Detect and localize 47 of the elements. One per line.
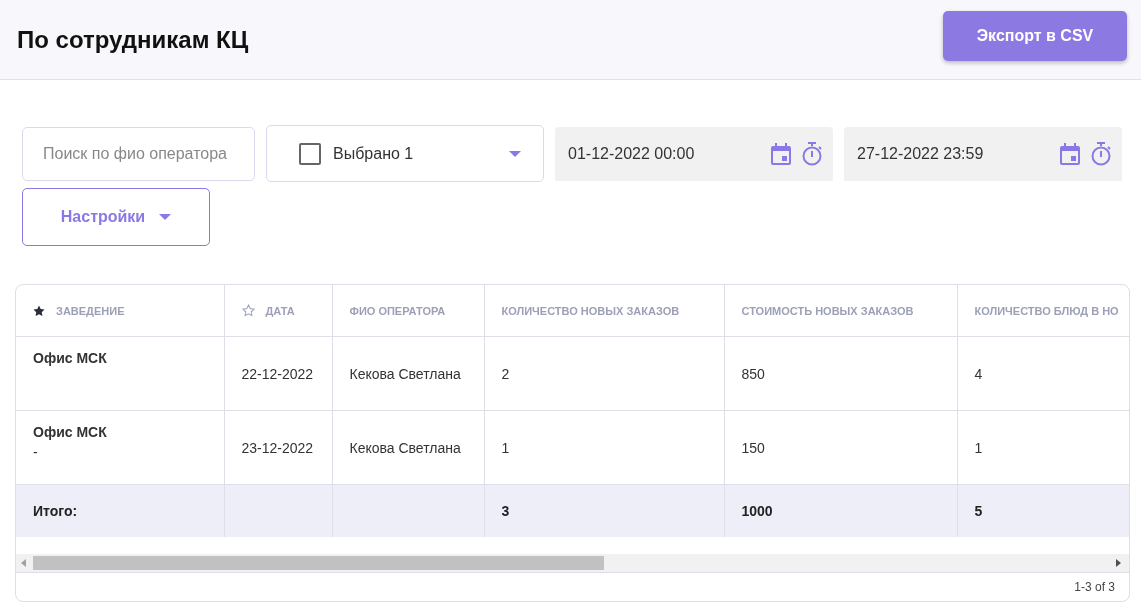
table-cell: 150 (741, 439, 765, 456)
calendar-icon[interactable] (771, 142, 791, 165)
column-header: СТОИМОСТЬ НОВЫХ ЗАКАЗОВ (741, 304, 914, 317)
column-header: КОЛИЧЕСТВО НОВЫХ ЗАКАЗОВ (501, 304, 680, 317)
table-cell: 4 (974, 365, 983, 382)
column-header: КОЛИЧЕСТВО БЛЮД В НО (974, 304, 1119, 317)
table-cell: 1 (501, 439, 510, 456)
select-dropdown[interactable]: Выбрано 1 (266, 125, 544, 182)
settings-button[interactable]: Настройки (22, 188, 210, 246)
left-arrow-icon[interactable] (21, 559, 27, 567)
star-outline-icon[interactable] (241, 304, 255, 317)
venue-name: Итого: (33, 503, 79, 519)
date-field[interactable]: 01-12-2022 00:00 (555, 126, 833, 181)
export-button[interactable]: Экспорт в CSV (943, 10, 1127, 61)
table-cell: 1000 (741, 503, 773, 519)
table-cell: Кекова Светлана (349, 439, 461, 456)
table-cell: 2 (501, 365, 510, 382)
venue-note: - (33, 444, 39, 460)
table-cell: 850 (741, 365, 765, 382)
date-value: 27-12-2022 23:59 (857, 144, 984, 163)
checkbox[interactable] (299, 142, 321, 165)
stopwatch-icon[interactable] (1090, 141, 1112, 166)
venue-name: Офис МСК (33, 424, 108, 440)
table-cell: 3 (501, 503, 510, 519)
table-cell: 5 (974, 503, 983, 519)
table-cell: 23-12-2022 (241, 439, 314, 456)
table-cell: 1 (974, 439, 983, 456)
page-title: По сотрудникам КЦ (17, 25, 249, 54)
caret-icon (159, 214, 172, 220)
column-header: ЗАВЕДЕНИЕ (56, 304, 125, 317)
caret-icon (509, 150, 521, 157)
calendar-icon[interactable] (1060, 142, 1080, 165)
date-field[interactable]: 27-12-2022 23:59 (844, 126, 1122, 181)
search-field[interactable]: Поиск по фио оператора (22, 126, 255, 181)
horizontal-scrollbar[interactable] (16, 554, 1129, 573)
date-value: 01-12-2022 00:00 (568, 144, 695, 163)
stopwatch-icon[interactable] (801, 141, 823, 166)
column-header: ДАТА (265, 304, 295, 317)
scrollbar-thumb[interactable] (33, 556, 604, 570)
table-cell: Кекова Светлана (349, 365, 461, 382)
table-cell: 22-12-2022 (241, 365, 314, 382)
right-arrow-icon[interactable] (1115, 559, 1121, 567)
select-label: Выбрано 1 (333, 144, 415, 163)
venue-name: Офис МСК (33, 350, 108, 366)
column-header: ФИО ОПЕРАТОРА (349, 304, 446, 317)
pagination-text: 1-3 of 3 (1074, 580, 1115, 594)
star-icon[interactable] (33, 304, 45, 317)
